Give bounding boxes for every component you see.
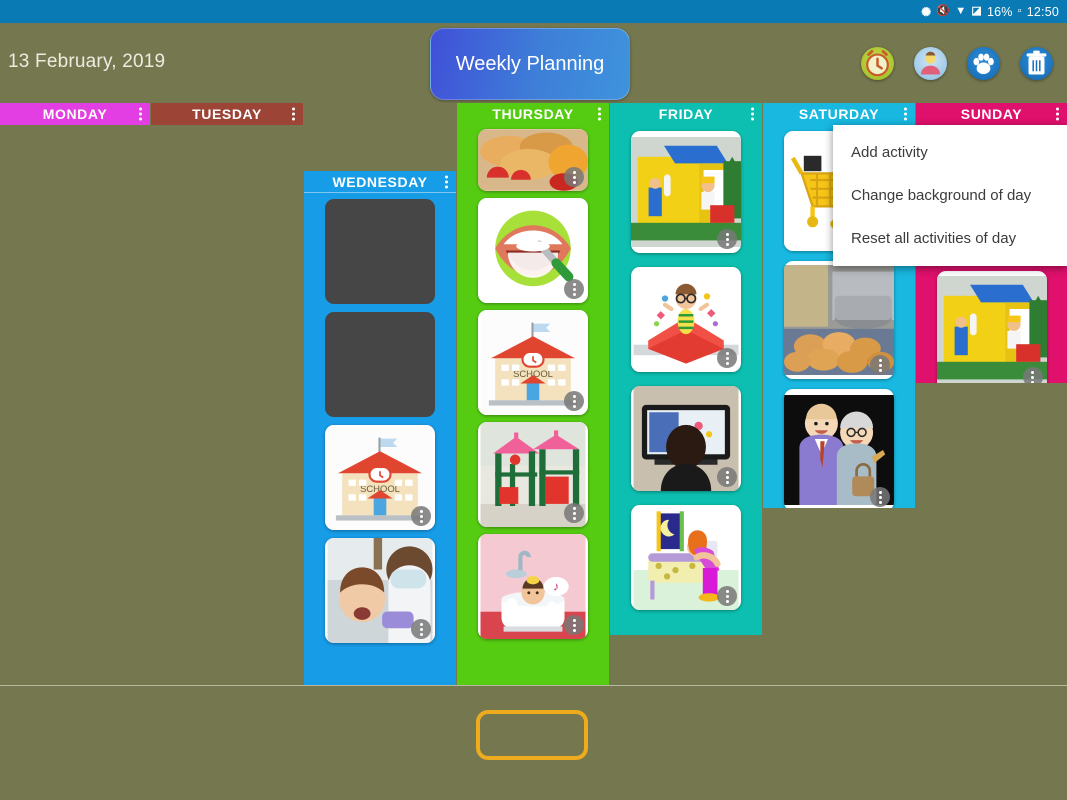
school-activity-card[interactable]: SCHOOL	[478, 310, 588, 415]
mute-icon: 🔇	[936, 5, 951, 17]
grandparents-activity-card[interactable]	[784, 389, 894, 508]
empty-activity-card[interactable]	[325, 199, 435, 304]
card-overflow-menu-icon[interactable]	[717, 348, 737, 368]
day-label: SATURDAY	[798, 106, 880, 122]
day-label: WEDNESDAY	[332, 173, 428, 190]
overflow-menu-icon[interactable]	[292, 107, 295, 121]
day-label: SUNDAY	[960, 106, 1023, 122]
card-overflow-menu-icon[interactable]	[564, 503, 584, 523]
day-column-wednesday[interactable]: WEDNESDAY SCHOOL	[304, 171, 456, 685]
card-overflow-menu-icon[interactable]	[717, 229, 737, 249]
card-overflow-menu-icon[interactable]	[870, 355, 890, 375]
day-header-friday[interactable]: FRIDAY	[610, 103, 762, 125]
playground-activity-card[interactable]	[478, 422, 588, 527]
menu-item-reset-activities[interactable]: Reset all activities of day	[833, 217, 1067, 260]
breakfast-activity-card[interactable]	[478, 129, 588, 191]
day-context-menu: Add activity Change background of day Re…	[833, 125, 1067, 266]
overflow-menu-icon[interactable]	[139, 107, 142, 121]
menu-item-change-background[interactable]: Change background of day	[833, 174, 1067, 217]
signal-icon: ◪	[971, 5, 982, 17]
school-activity-card[interactable]: SCHOOL	[325, 425, 435, 530]
bedtime-activity-card[interactable]	[631, 505, 741, 610]
title-label: Weekly Planning	[455, 52, 605, 75]
day-column-tuesday[interactable]: TUESDAY	[151, 103, 303, 125]
overflow-menu-icon[interactable]	[1056, 107, 1059, 121]
day-column-thursday[interactable]: THURSDAY SCHOOL ♪	[457, 103, 609, 685]
empty-drop-target[interactable]	[476, 710, 588, 760]
svg-text:♪: ♪	[553, 580, 559, 594]
trash-icon[interactable]	[1020, 47, 1053, 80]
status-bar: ✺ 🔇 ▼ ◪ 16% ▫ 12:50	[0, 0, 1067, 23]
brush-teeth-activity-card[interactable]	[478, 198, 588, 303]
overflow-menu-icon[interactable]	[751, 107, 754, 121]
television-activity-card[interactable]	[631, 386, 741, 491]
overflow-menu-icon[interactable]	[598, 107, 601, 121]
card-overflow-menu-icon[interactable]	[717, 586, 737, 606]
alarm-icon[interactable]	[861, 47, 894, 80]
header-icon-bar	[861, 47, 1053, 80]
day-label: MONDAY	[42, 106, 108, 122]
day-header-thursday[interactable]: THURSDAY	[457, 103, 609, 125]
card-overflow-menu-icon[interactable]	[564, 391, 584, 411]
reading-activity-card[interactable]	[631, 267, 741, 372]
bath-activity-card[interactable]: ♪	[478, 534, 588, 639]
day-header-tuesday[interactable]: TUESDAY	[151, 103, 303, 125]
card-overflow-menu-icon[interactable]	[870, 487, 890, 507]
dentist-activity-card[interactable]	[325, 538, 435, 643]
menu-item-add-activity[interactable]: Add activity	[833, 131, 1067, 174]
card-overflow-menu-icon[interactable]	[564, 167, 584, 187]
day-activities-wednesday: SCHOOL	[304, 193, 456, 685]
current-date-label: 13 February, 2019	[8, 51, 166, 72]
day-column-friday[interactable]: FRIDAY	[610, 103, 762, 635]
app-header: 13 February, 2019 Weekly Planning	[0, 23, 1067, 103]
paw-icon[interactable]	[967, 47, 1000, 80]
day-label: TUESDAY	[192, 106, 262, 122]
card-overflow-menu-icon[interactable]	[1022, 367, 1043, 383]
day-header-monday[interactable]: MONDAY	[0, 103, 150, 125]
day-label: FRIDAY	[658, 106, 714, 122]
day-header-sunday[interactable]: SUNDAY	[916, 103, 1067, 125]
wifi-icon: ▼	[955, 5, 967, 17]
bottom-bar	[0, 685, 1067, 800]
day-header-wednesday[interactable]: WEDNESDAY	[304, 171, 456, 193]
bluetooth-icon: ✺	[921, 4, 932, 19]
day-column-monday[interactable]: MONDAY	[0, 103, 150, 125]
card-overflow-menu-icon[interactable]	[717, 467, 737, 487]
baking-activity-card[interactable]	[784, 261, 894, 379]
card-overflow-menu-icon[interactable]	[564, 279, 584, 299]
day-header-saturday[interactable]: SATURDAY	[763, 103, 915, 125]
overflow-menu-icon[interactable]	[445, 175, 448, 188]
card-overflow-menu-icon[interactable]	[564, 615, 584, 635]
empty-activity-card[interactable]	[325, 312, 435, 417]
clock-time: 12:50	[1026, 4, 1059, 19]
day-activities-friday	[610, 125, 762, 635]
weekly-planning-title-button[interactable]: Weekly Planning	[430, 28, 630, 100]
child-profile-icon[interactable]	[914, 47, 947, 80]
battery-icon: ▫	[1017, 5, 1022, 17]
card-overflow-menu-icon[interactable]	[411, 619, 431, 639]
overflow-menu-icon[interactable]	[904, 107, 907, 121]
lego-activity-card[interactable]	[631, 131, 741, 253]
day-activities-thursday: SCHOOL ♪	[457, 125, 609, 685]
lego-activity-card[interactable]	[936, 271, 1047, 383]
card-overflow-menu-icon[interactable]	[411, 506, 431, 526]
battery-percent: 16%	[986, 4, 1013, 19]
day-label: THURSDAY	[492, 106, 574, 122]
